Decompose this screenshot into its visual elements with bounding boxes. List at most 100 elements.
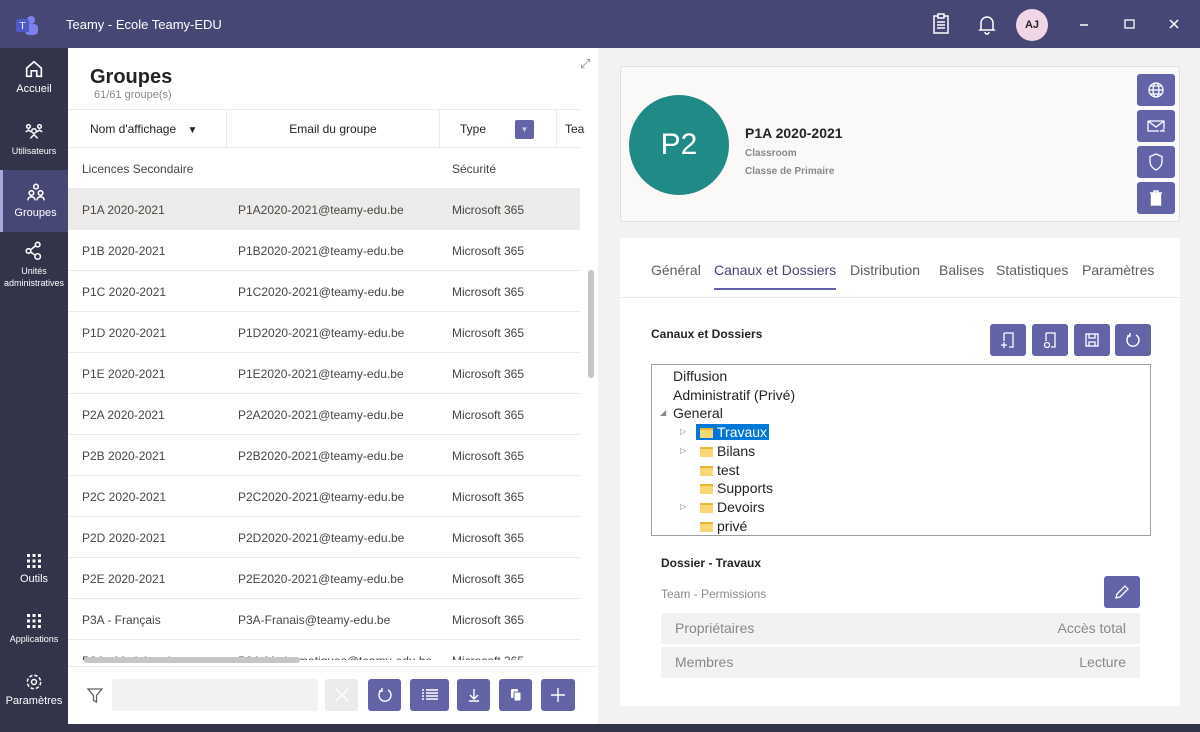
column-header-email[interactable]: Email du groupe [227,110,440,148]
tab-statistiques[interactable]: Statistiques [996,262,1068,278]
maximize-icon[interactable] [1117,12,1141,36]
tree-node-content: Supports [696,480,773,496]
tree-node[interactable]: Supports [696,479,773,497]
tab-canaux-et-dossiers[interactable]: Canaux et Dossiers [714,262,837,290]
sync-folder-button[interactable] [1032,324,1068,356]
table-row[interactable]: P2D 2020-2021 P2D2020-2021@teamy-edu.be Mi… [68,517,580,558]
table-row[interactable]: P1C 2020-2021 P1C2020-2021@teamy-edu.be Mi… [68,271,580,312]
title-bar: T Teamy - Ecole Teamy-EDU AJ [0,0,1200,48]
cell-email: P1E2020-2021@teamy-edu.be [238,367,404,381]
expand-icon[interactable]: ▷ [680,498,686,516]
groups-panel: Groupes 61/61 groupe(s) ⤢ Nom d'affichag… [68,48,598,724]
expand-icon[interactable]: ▷ [680,442,686,460]
add-group-button[interactable] [541,679,575,711]
tab-general[interactable]: Général [651,262,701,278]
copy-button[interactable] [499,679,532,711]
tab-distribution[interactable]: Distribution [850,262,920,278]
clear-filter-button[interactable] [325,679,358,711]
cell-name: P2C 2020-2021 [82,490,167,504]
download-button[interactable] [457,679,490,711]
table-row[interactable]: P2E 2020-2021 P2E2020-2021@teamy-edu.be Mi… [68,558,580,599]
table-row[interactable]: P3A - Français P3A-Franais@teamy-edu.be Mi… [68,599,580,640]
save-button[interactable] [1074,324,1110,356]
add-document-icon [1001,332,1014,348]
expand-icon[interactable]: ⤢ [580,56,590,72]
cell-type: Microsoft 365 [452,654,524,660]
table-row[interactable]: P2A 2020-2021 P2A2020-2021@teamy-edu.be Mi… [68,394,580,435]
group-name: P1A 2020-2021 [745,125,843,141]
checklist-button[interactable] [410,679,449,711]
tree-node[interactable]: ▷ Travaux [680,423,770,441]
tree-node-label: test [717,461,740,478]
bell-icon[interactable] [975,12,999,36]
table-row[interactable]: P2B 2020-2021 P2B2020-2021@teamy-edu.be Mi… [68,435,580,476]
collapse-icon[interactable]: ◢ [660,404,666,422]
tree-node[interactable]: ▷ Devoirs [680,498,764,516]
clipboard-icon[interactable] [929,12,953,36]
sidebar-item-label: Paramètres [5,695,63,707]
table-row[interactable]: P1D 2020-2021 P1D2020-2021@teamy-edu.be Mi… [68,312,580,353]
channels-tree[interactable]: Diffusion Administratif (Privé) ◢ General ▷ T… [651,364,1151,536]
group-detail-card: Général Canaux et Dossiers Distribution … [620,238,1180,706]
folder-icon [700,484,713,495]
security-button[interactable] [1137,146,1175,178]
table-row[interactable]: P1B 2020-2021 P1B2020-2021@teamy-edu.be Mi… [68,230,580,271]
close-icon [335,688,348,702]
org-units-icon [25,241,42,261]
tree-node-content: Bilans [696,443,755,459]
web-button[interactable] [1137,74,1175,106]
group-count: 61/61 groupe(s) [94,89,172,101]
cell-email: P2A2020-2021@teamy-edu.be [238,408,404,422]
refresh-button[interactable] [368,679,401,711]
table-row[interactable]: Licences Secondaire Sécurité [68,148,580,189]
filter-input[interactable] [112,679,318,711]
cell-email: P1A2020-2021@teamy-edu.be [238,203,404,217]
cell-type: Microsoft 365 [452,613,525,627]
tree-node[interactable]: ◢ General [660,404,723,422]
tree-node-label: privé [717,517,748,534]
sidebar-item-accueil[interactable]: Accueil [0,58,68,118]
tree-node-content: Administratif (Privé) [673,387,795,403]
sidebar-item-unites-administratives[interactable]: Unités administratives [0,240,68,300]
checklist-icon [421,689,438,700]
expand-icon[interactable]: ▷ [680,423,686,441]
tree-node[interactable]: Administratif (Privé) [673,386,795,404]
delete-button[interactable] [1137,182,1175,214]
tree-node[interactable]: privé [696,517,747,535]
refresh-tree-button[interactable] [1115,324,1151,356]
cell-type: Microsoft 365 [452,244,525,258]
mail-button[interactable] [1137,110,1175,142]
home-icon [25,60,43,78]
group-header-card: P2 P1A 2020-2021 Classroom Classe de Pri… [620,66,1180,222]
column-header-type[interactable]: Type ▼ [440,110,557,148]
table-row[interactable]: P2C 2020-2021 P2C2020-2021@teamy-edu.be Mi… [68,476,580,517]
folder-icon [700,465,713,476]
tree-node[interactable]: Diffusion [673,367,727,385]
close-icon[interactable] [1162,12,1186,36]
column-header-team[interactable]: Tea [557,110,587,148]
tree-node-content: test [696,462,740,478]
tree-node-label: General [673,405,723,422]
edit-permissions-button[interactable] [1104,576,1140,608]
sidebar-item-parametres[interactable]: Paramètres [0,672,68,732]
permission-row: Membres Lecture [661,647,1140,678]
table-row[interactable]: P1E 2020-2021 P1E2020-2021@teamy-edu.be Mi… [68,353,580,394]
tree-node[interactable]: test [696,461,740,479]
column-header-name[interactable]: Nom d'affichage ▼ [68,110,227,148]
table-row[interactable]: P1A 2020-2021 P1A2020-2021@teamy-edu.be Mi… [68,189,580,230]
cell-type: Microsoft 365 [452,449,525,463]
tree-node-label: Supports [717,480,774,497]
folder-icon [700,502,713,513]
user-avatar[interactable]: AJ [1016,9,1048,41]
type-filter-dropdown[interactable]: ▼ [515,120,534,139]
vertical-scrollbar[interactable] [588,270,594,378]
tab-balises[interactable]: Balises [939,262,984,278]
sidebar-item-applications[interactable]: Applications [0,612,68,672]
tree-node[interactable]: ▷ Bilans [680,442,755,460]
minimize-icon[interactable] [1072,12,1096,36]
sidebar-item-groupes[interactable]: Groupes [0,170,68,232]
sidebar-item-outils[interactable]: Outils [0,552,68,612]
tab-parametres[interactable]: Paramètres [1082,262,1154,278]
horizontal-scrollbar[interactable] [84,657,300,663]
add-folder-button[interactable] [990,324,1026,356]
